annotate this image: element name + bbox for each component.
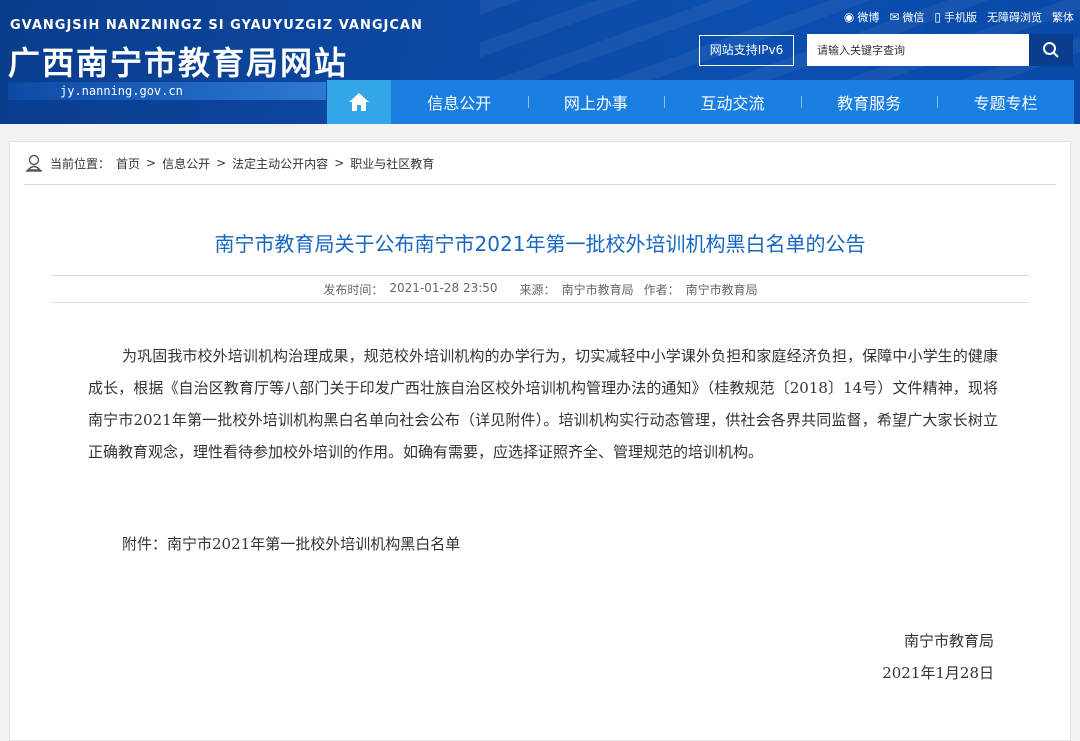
attachment-label: 附件： (122, 535, 168, 553)
breadcrumb-separator: > (146, 156, 157, 170)
mobile-icon: ▯ (934, 10, 941, 24)
top-links: ◉ 微博 ✉ 微信 ▯ 手机版 无障碍浏览 繁体 (844, 9, 1074, 25)
breadcrumb-statutory-content[interactable]: 法定主动公开内容 (232, 155, 328, 172)
wechat-icon: ✉ (889, 10, 900, 24)
nav-interaction[interactable]: 互动交流 (664, 80, 801, 124)
breadcrumb-label: 当前位置： (50, 156, 111, 171)
article-title: 南宁市教育局关于公布南宁市2021年第一批校外培训机构黑白名单的公告 (214, 232, 866, 256)
traditional-chinese-link[interactable]: 繁体 (1052, 9, 1074, 25)
site-header: GVANGJSIH NANZNINGZ SI GYAUYUZGIZ VANGJC… (0, 0, 1080, 124)
weibo-icon: ◉ (843, 10, 855, 24)
article-date: 2021年1月28日 (882, 664, 994, 682)
article-signature: 南宁市教育局 (903, 632, 994, 650)
search-button[interactable] (1029, 34, 1073, 66)
mobile-link[interactable]: ▯ 手机版 (934, 9, 977, 25)
nav-home[interactable] (327, 80, 391, 124)
article-meta: 发布时间： 2021-01-28 23:50 来源： 南宁市教育局 作者： 南宁市教育… (52, 275, 1029, 303)
breadcrumb-home[interactable]: 首页 (116, 155, 140, 172)
breadcrumb-divider (24, 184, 1056, 185)
site-domain: jy.nanning.gov.cn (8, 82, 326, 100)
search-icon (1043, 42, 1059, 58)
breadcrumb-info-disclosure[interactable]: 信息公开 (162, 155, 210, 172)
article-author: 作者： 南宁市教育局 (643, 282, 758, 297)
main-nav: 信息公开 网上办事 互动交流 教育服务 专题专栏 (327, 80, 1074, 124)
search-input[interactable] (807, 34, 1029, 66)
publish-time: 发布时间： 2021-01-28 23:50 (323, 280, 498, 297)
nav-special-topics[interactable]: 专题专栏 (937, 80, 1074, 124)
article-source: 来源： 南宁市教育局 (519, 282, 634, 297)
attachment-line: 附件：南宁市2021年第一批校外培训机构黑白名单 (122, 533, 460, 554)
breadcrumb-separator: > (216, 156, 227, 170)
accessibility-link[interactable]: 无障碍浏览 (987, 9, 1042, 25)
nav-online-services[interactable]: 网上办事 (527, 80, 665, 124)
logo-pinyin: GVANGJSIH NANZNINGZ SI GYAUYUZGIZ VANGJC… (10, 18, 423, 33)
nav-info-disclosure[interactable]: 信息公开 (391, 80, 528, 124)
article-body: 为巩固我市校外培训机构治理成果，规范校外培训机构的办学行为，切实减轻中小学课外负… (88, 347, 998, 461)
breadcrumb: 当前位置： 首页 > 信息公开 > 法定主动公开内容 > 职业与社区教育 (24, 154, 434, 172)
ipv6-badge: 网站支持IPv6 (699, 35, 794, 66)
location-pin-icon (26, 154, 42, 172)
breadcrumb-separator: > (334, 156, 345, 170)
breadcrumb-vocational-education[interactable]: 职业与社区教育 (350, 155, 434, 172)
home-icon (349, 93, 369, 111)
site-logo-title[interactable]: 广西南宁市教育局网站 (8, 38, 348, 84)
weibo-link[interactable]: ◉ 微博 (844, 9, 879, 25)
attachment-link[interactable]: 南宁市2021年第一批校外培训机构黑白名单 (167, 535, 460, 553)
search-box (807, 34, 1073, 66)
wechat-link[interactable]: ✉ 微信 (889, 9, 924, 25)
nav-education-services[interactable]: 教育服务 (800, 80, 938, 124)
